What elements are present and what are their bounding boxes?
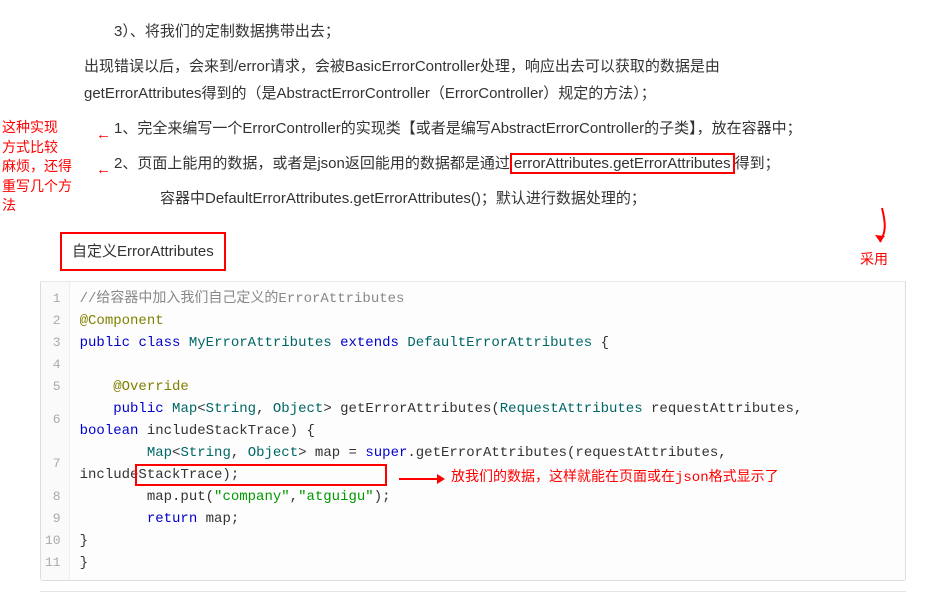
arrow-right-icon: ← bbox=[96, 121, 111, 148]
list-item-3: 3）、将我们的定制数据携带出去； bbox=[30, 18, 916, 45]
paragraph-error-flow: 出现错误以后，会来到/error请求，会被BasicErrorControlle… bbox=[30, 53, 916, 107]
document-content: 3）、将我们的定制数据携带出去； 出现错误以后，会来到/error请求，会被Ba… bbox=[0, 0, 946, 602]
section-title-box: 自定义ErrorAttributes bbox=[60, 232, 916, 271]
annotation-text: 放我们的数据，这样就能在页面或在json格式显示了 bbox=[451, 466, 779, 491]
arrow-right-icon: ← bbox=[96, 156, 111, 183]
code-line: } bbox=[80, 530, 895, 552]
code-block: 1 2 3 4 5 6 7 8 9 10 11 //给容器中加入我们自己定义的E… bbox=[40, 282, 906, 581]
code-line: @Component bbox=[80, 310, 895, 332]
code-line: public Map<String, Object> getErrorAttri… bbox=[80, 398, 895, 442]
code-line: //给容器中加入我们自己定义的ErrorAttributes bbox=[80, 288, 895, 310]
arrow-right-icon bbox=[397, 471, 445, 487]
list-item-1: ← 1、完全来编写一个ErrorController的实现类【或者是编写Abst… bbox=[30, 115, 916, 142]
section-title: 自定义ErrorAttributes bbox=[60, 232, 226, 271]
code-line: public class MyErrorAttributes extends D… bbox=[80, 332, 895, 354]
highlighted-method: errorAttributes.getErrorAttributes bbox=[510, 153, 735, 174]
code-line bbox=[80, 354, 895, 376]
side-annotation: 这种实现 方式比较 麻烦，还得 重写几个方法 bbox=[2, 118, 82, 216]
list-item-2-sub: 容器中DefaultErrorAttributes.getErrorAttrib… bbox=[30, 185, 916, 212]
code-line: } bbox=[80, 552, 895, 574]
code-line: return map; bbox=[80, 508, 895, 530]
list-item-2: ← 2、页面上能用的数据，或者是json返回能用的数据都是通过errorAttr… bbox=[30, 150, 916, 177]
code-body: //给容器中加入我们自己定义的ErrorAttributes @Componen… bbox=[70, 282, 905, 580]
code-gutter: 1 2 3 4 5 6 7 8 9 10 11 bbox=[41, 282, 70, 580]
annotation-arrow: 放我们的数据，这样就能在页面或在json格式显示了 bbox=[397, 466, 779, 491]
adopt-label: 采用 bbox=[860, 250, 888, 270]
code-line: @Override bbox=[80, 376, 895, 398]
